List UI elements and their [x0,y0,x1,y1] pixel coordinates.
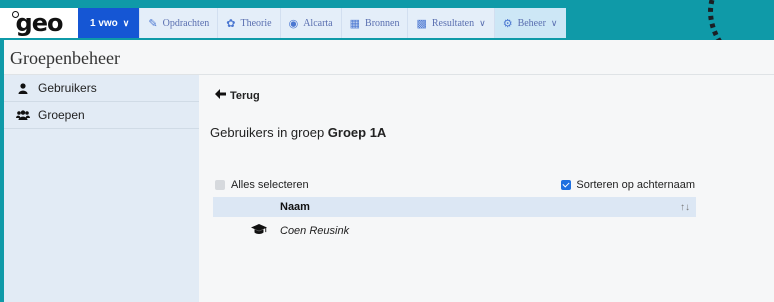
nav-bronnen-label: Bronnen [365,17,400,29]
back-label: Terug [230,89,260,102]
select-all-checkbox[interactable]: Alles selecteren [215,179,309,191]
column-header-naam[interactable]: Naam [280,201,310,213]
nav-theorie[interactable]: ✿ Theorie [217,8,280,38]
sort-arrows-icon[interactable]: ↑↓ [680,202,690,213]
group-heading: Gebruikers in groep Groep 1A [210,125,386,140]
sort-label: Sorteren op achternaam [576,179,695,191]
nav-theorie-label: Theorie [240,17,272,29]
chart-icon: ▩ [416,17,427,30]
gear-icon: ⚙ [502,17,513,30]
table-header: Naam ↑↓ [213,197,696,217]
page-title: Groepenbeheer [10,48,120,68]
sidebar: Gebruikers Groepen [4,75,199,302]
level-label: 1 vwo [90,17,118,29]
leaf-icon: ✿ [226,17,236,30]
nav-resultaten[interactable]: ▩ Resultaten ∨ [407,8,494,38]
top-navigation: geo 1 vwo ∨ ✎ Opdrachten ✿ Theorie ◉ Alc… [0,8,590,38]
nav-opdrachten[interactable]: ✎ Opdrachten [139,8,218,38]
level-dropdown[interactable]: 1 vwo ∨ [78,8,140,38]
sidebar-item-label: Groepen [38,108,85,122]
logo-dot [12,11,19,18]
nav-beheer-label: Beheer [517,17,546,29]
chevron-down-icon: ∨ [550,17,558,28]
globe-icon: ◉ [288,17,299,30]
nav-resultaten-label: Resultaten [431,17,475,29]
logo-text: geo [15,9,64,37]
sort-lastname-checkbox[interactable]: Sorteren op achternaam [561,179,695,191]
checkbox-unchecked-icon[interactable] [215,180,225,190]
group-name: Groep 1A [327,125,387,140]
nav-alcarta-label: Alcarta [303,17,333,29]
nav-alcarta[interactable]: ◉ Alcarta [279,8,341,38]
arrow-left-icon [215,89,226,102]
main-content: Terug Gebruikers in groep Groep 1A Alles… [210,75,700,302]
chevron-down-icon: ∨ [479,17,486,28]
back-button[interactable]: Terug [215,89,260,102]
sidebar-item-label: Gebruikers [38,81,97,95]
user-name: Coen Reusink [280,225,350,237]
sidebar-item-groepen[interactable]: Groepen [4,102,199,129]
table-row[interactable]: Coen Reusink [213,221,696,241]
app-frame: geo 1 vwo ∨ ✎ Opdrachten ✿ Theorie ◉ Alc… [0,0,774,302]
checkbox-checked-icon[interactable] [561,180,572,190]
select-all-label: Alles selecteren [231,179,309,191]
nav-opdrachten-label: Opdrachten [162,17,210,29]
page-panel: Groepenbeheer Gebruikers Groepen Terug G… [4,40,774,302]
users-icon [16,110,30,120]
group-heading-prefix: Gebruikers in groep [210,125,325,140]
nav-bronnen[interactable]: ▦ Bronnen [340,8,408,38]
user-icon [16,82,30,94]
graduation-cap-icon [251,224,267,238]
book-icon: ▦ [349,17,361,30]
edit-icon: ✎ [148,17,158,30]
chevron-down-icon: ∨ [122,17,130,28]
nav-beheer[interactable]: ⚙ Beheer ∨ [493,8,566,38]
sidebar-item-gebruikers[interactable]: Gebruikers [4,75,199,102]
geo-logo[interactable]: geo [0,8,78,38]
